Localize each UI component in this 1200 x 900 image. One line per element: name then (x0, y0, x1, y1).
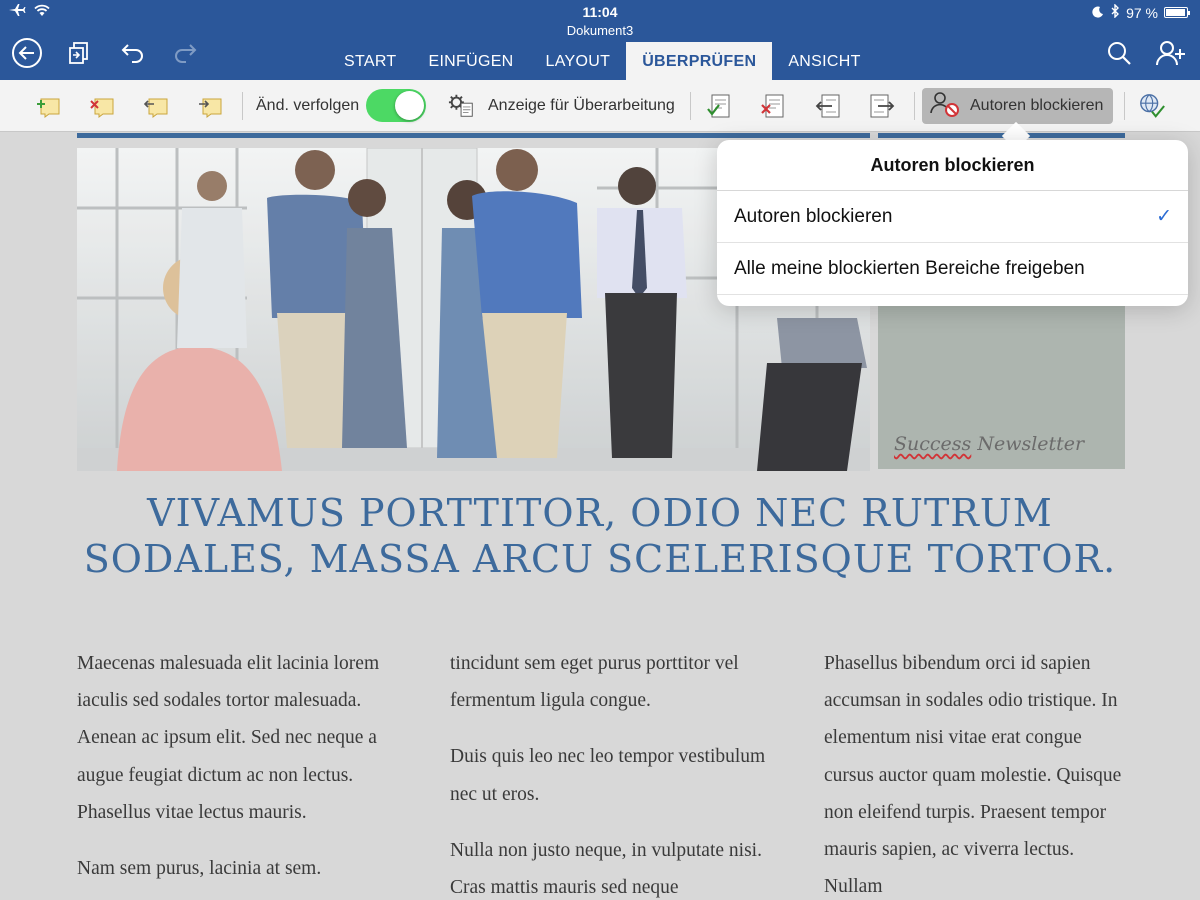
block-authors-icon (930, 91, 960, 122)
tab-ueberpruefen[interactable]: ÜBERPRÜFEN (626, 42, 773, 80)
ribbon-divider (690, 92, 691, 120)
battery-icon (1164, 7, 1190, 18)
back-button[interactable] (10, 36, 44, 70)
status-time: 11:04 (582, 4, 618, 20)
bluetooth-icon (1110, 3, 1120, 21)
newsletter-word-misspelled[interactable]: Success (894, 433, 971, 455)
popover-title: Autoren blockieren (717, 140, 1188, 191)
tab-layout[interactable]: LAYOUT (530, 42, 627, 80)
app-bar: 11:04 Dokument3 97 % START EINFÜGEN LAYO… (0, 0, 1200, 80)
tab-einfuegen[interactable]: EINFÜGEN (412, 42, 529, 80)
markup-settings-icon[interactable] (448, 93, 476, 119)
checkmark-icon: ✓ (1156, 206, 1172, 227)
file-menu-button[interactable] (62, 36, 96, 70)
block-authors-button[interactable]: Autoren blockieren (922, 88, 1113, 124)
toggle-knob (395, 91, 424, 120)
newsletter-word: Newsletter (977, 433, 1085, 455)
track-changes-toggle[interactable] (366, 89, 426, 122)
undo-button[interactable] (116, 36, 150, 70)
tab-ansicht[interactable]: ANSICHT (772, 42, 876, 80)
ribbon-divider (1124, 92, 1125, 120)
next-comment-icon[interactable] (196, 93, 224, 119)
newsletter-caption: Success Newsletter (894, 433, 1084, 455)
redo-button[interactable] (168, 36, 202, 70)
spelling-language-icon[interactable] (1138, 93, 1166, 119)
moon-icon (1092, 5, 1104, 21)
ribbon-divider (242, 92, 243, 120)
next-change-icon[interactable] (868, 93, 896, 119)
accept-change-icon[interactable] (706, 93, 734, 119)
text-column-1[interactable]: Maecenas malesuada elit lacinia lorem ia… (77, 645, 417, 900)
paragraph: Maecenas malesuada elit lacinia lorem ia… (77, 653, 380, 823)
popover-item-block-authors[interactable]: Autoren blockieren ✓ (717, 191, 1188, 243)
text-column-2[interactable]: tincidunt sem eget purus porttitor vel f… (450, 645, 790, 900)
track-changes-label: Änd. verfolgen (256, 97, 360, 114)
tab-start[interactable]: START (328, 42, 412, 80)
search-icon[interactable] (1102, 36, 1136, 70)
ribbon-tabs: START EINFÜGEN LAYOUT ÜBERPRÜFEN ANSICHT (328, 42, 877, 80)
markup-display-label[interactable]: Anzeige für Überarbeitung (488, 80, 675, 132)
new-comment-icon[interactable] (34, 93, 62, 119)
popover-item-label: Autoren blockieren (734, 206, 893, 227)
share-add-person-icon[interactable] (1154, 36, 1188, 70)
battery-percent: 97 % (1126, 4, 1158, 21)
previous-comment-icon[interactable] (142, 93, 170, 119)
status-right: 97 % (1092, 3, 1190, 21)
header-rule (77, 133, 870, 138)
popover-item-release-blocked-areas[interactable]: Alle meine blockierten Bereiche freigebe… (717, 243, 1188, 295)
paragraph: Phasellus bibendum orci id sapien accums… (824, 653, 1122, 898)
paragraph: Nulla non justo neque, in vulputate nisi… (450, 839, 762, 899)
block-authors-label: Autoren blockieren (970, 97, 1104, 114)
ribbon-divider (914, 92, 915, 120)
text-column-3[interactable]: Phasellus bibendum orci id sapien accums… (824, 645, 1124, 900)
paragraph: Duis quis leo nec leo tempor vestibulum … (450, 746, 766, 805)
paragraph: tincidunt sem eget purus porttitor vel f… (450, 653, 739, 712)
delete-comment-icon[interactable] (88, 93, 116, 119)
popover-item-label: Alle meine blockierten Bereiche freigebe… (734, 258, 1085, 279)
paragraph: Nam sem purus, lacinia at sem. (77, 858, 322, 880)
previous-change-icon[interactable] (814, 93, 842, 119)
reject-change-icon[interactable] (760, 93, 788, 119)
block-authors-popover: Autoren blockieren Autoren blockieren ✓ … (717, 140, 1188, 306)
document-headline[interactable]: Vivamus porttitor, odio nec rutrum sodal… (60, 490, 1140, 582)
